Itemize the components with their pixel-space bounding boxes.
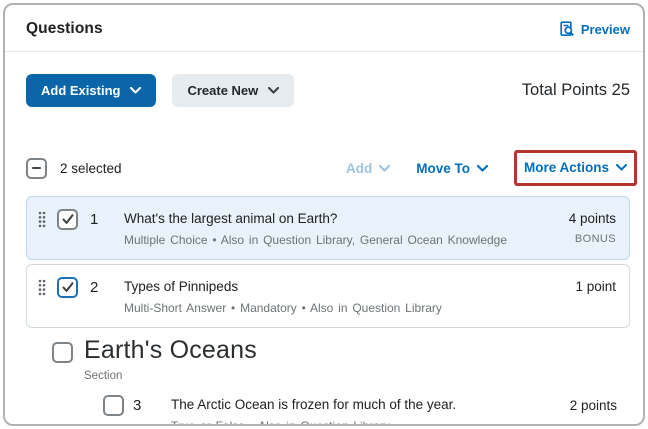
selection-bar: 2 selected Add Move To More Actions <box>5 150 643 186</box>
chevron-down-icon <box>379 164 391 172</box>
drag-handle-icon[interactable] <box>38 279 46 296</box>
page-title: Questions <box>26 20 103 37</box>
checkmark-icon <box>62 282 73 292</box>
section-header: Earth's Oceans Section <box>52 336 630 382</box>
more-actions-highlight: More Actions <box>513 150 637 186</box>
question-info: Types of Pinnipeds Multi-Short Answer • … <box>124 276 442 315</box>
section-title: Earth's Oceans <box>84 336 257 364</box>
preview-icon <box>559 21 575 37</box>
question-points: 2 points <box>570 395 617 413</box>
more-actions-label: More Actions <box>523 160 609 175</box>
indeterminate-mark <box>32 166 41 170</box>
total-points: Total Points 25 <box>521 81 630 99</box>
question-info: What's the largest animal on Earth? Mult… <box>124 208 507 247</box>
question-meta: Multiple Choice • Also in Question Libra… <box>124 233 508 247</box>
question-title: What's the largest animal on Earth? <box>124 211 338 226</box>
chevron-down-icon <box>616 164 627 171</box>
toolbar: Add Existing Create New Total Points 25 <box>5 74 643 107</box>
section-checkbox[interactable] <box>52 342 73 363</box>
move-to-action-link[interactable]: Move To <box>416 161 488 176</box>
add-existing-button[interactable]: Add Existing <box>26 74 157 107</box>
select-all-checkbox[interactable] <box>26 157 47 179</box>
chevron-down-icon <box>476 164 488 172</box>
section-info: Earth's Oceans Section <box>84 336 257 382</box>
points-value: 4 points <box>568 211 616 226</box>
panel-header: Questions Preview <box>5 5 643 52</box>
selection-actions: Add Move To More Actions <box>346 150 637 186</box>
preview-button[interactable]: Preview <box>559 21 630 37</box>
drag-handle-icon[interactable] <box>38 211 46 228</box>
question-title: Types of Pinnipeds <box>124 279 239 294</box>
question-number: 3 <box>133 397 142 414</box>
add-action-link: Add <box>345 160 391 176</box>
question-number: 1 <box>90 211 99 228</box>
question-1-checkbox[interactable] <box>57 209 78 230</box>
question-row-2: 2 Types of Pinnipeds Multi-Short Answer … <box>26 264 630 328</box>
question-row-1: 1 What's the largest animal on Earth? Mu… <box>26 196 630 260</box>
checkmark-icon <box>62 214 73 224</box>
question-info: The Arctic Ocean is frozen for much of t… <box>171 395 457 426</box>
question-list: 1 What's the largest animal on Earth? Mu… <box>5 196 643 426</box>
chevron-down-icon <box>268 87 280 94</box>
bonus-badge: BONUS <box>574 233 616 245</box>
chevron-down-icon <box>130 87 142 94</box>
points-value: 2 points <box>569 398 617 413</box>
question-meta: Multi-Short Answer • Mandatory • Also in… <box>124 301 442 315</box>
create-new-label: Create New <box>187 83 259 98</box>
question-number: 2 <box>90 279 99 296</box>
question-3-checkbox[interactable] <box>103 395 124 416</box>
section-type-label: Section <box>84 370 123 382</box>
question-points: 1 point <box>575 276 616 294</box>
add-existing-label: Add Existing <box>41 83 121 98</box>
add-action-label: Add <box>345 160 373 176</box>
move-to-label: Move To <box>416 160 470 176</box>
selected-count: 2 selected <box>60 160 122 176</box>
question-row-3: 3 The Arctic Ocean is frozen for much of… <box>103 395 617 426</box>
question-title: The Arctic Ocean is frozen for much of t… <box>171 397 457 412</box>
question-meta: True or False • Also in Question Library <box>171 419 391 426</box>
preview-label: Preview <box>580 21 630 37</box>
points-value: 1 point <box>575 279 616 294</box>
questions-panel: Questions Preview Add Existing Create Ne… <box>3 3 645 426</box>
more-actions-link[interactable]: More Actions <box>524 160 627 175</box>
question-points: 4 points BONUS <box>569 208 616 245</box>
create-new-button[interactable]: Create New <box>172 74 295 107</box>
question-2-checkbox[interactable] <box>57 277 78 298</box>
